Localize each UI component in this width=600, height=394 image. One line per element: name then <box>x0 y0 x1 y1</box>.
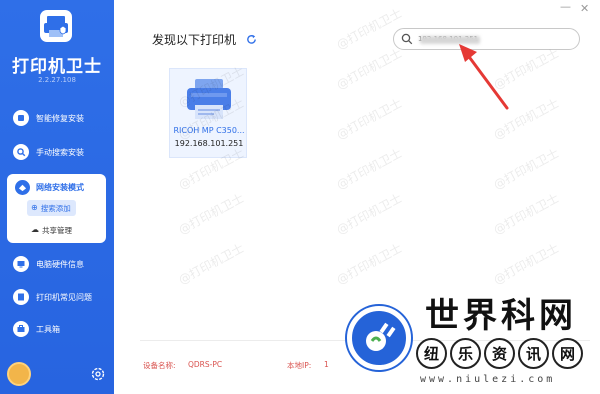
watermark: @打印机卫士 <box>176 240 247 288</box>
sidebar-item-label: 打印机常见问题 <box>36 292 92 302</box>
watermark: @打印机卫士 <box>491 190 562 238</box>
printer-ip: 192.168.101.251 <box>174 139 244 148</box>
app-version: 2.2.27.108 <box>38 76 76 84</box>
hardware-info-icon <box>13 256 29 272</box>
site-overlay-logo: 世界科网 纽 乐 资 讯 网 www.niulezi.com <box>340 298 596 392</box>
sidebar-subitem-label: 共享管理 <box>42 225 72 235</box>
sidebar-item-label: 工具箱 <box>36 324 60 334</box>
hand-search-icon <box>13 144 29 160</box>
watermark: @打印机卫士 <box>334 240 405 288</box>
sidebar-item-manual-search[interactable]: 手动搜索安装 <box>0 141 114 163</box>
watermark: @打印机卫士 <box>491 145 562 193</box>
sidebar-item-smart-repair[interactable]: 智能修复安装 <box>0 107 114 129</box>
watermark: @打印机卫士 <box>334 95 405 143</box>
avatar[interactable] <box>7 362 31 386</box>
minimize-icon[interactable]: — <box>560 0 571 13</box>
overlay-brand-big: 世界科网 <box>425 296 577 336</box>
sidebar-subitem-share-manage[interactable]: ☁ 共享管理 <box>27 222 77 238</box>
watermark: @打印机卫士 <box>491 240 562 288</box>
wrench-install-icon <box>13 110 29 126</box>
annotation-arrow-icon <box>459 44 509 110</box>
printer-icon <box>187 79 231 119</box>
local-ip-label: 本地IP: <box>287 361 312 370</box>
page-title: 发现以下打印机 <box>152 33 237 47</box>
overlay-url: www.niulezi.com <box>420 374 556 385</box>
overlay-char: 资 <box>484 338 515 369</box>
watermark: @打印机卫士 <box>334 45 405 93</box>
close-icon[interactable]: ✕ <box>580 2 589 15</box>
overlay-char: 纽 <box>416 338 447 369</box>
device-name-label: 设备名称: <box>143 361 176 370</box>
device-name-value: QDRS-PC <box>188 360 223 369</box>
watermark: @打印机卫士 <box>334 190 405 238</box>
sidebar-item-label: 网络安装模式 <box>36 182 84 192</box>
plug-logo-icon <box>347 306 411 370</box>
local-ip-value: 1 <box>324 360 329 369</box>
app-logo-icon <box>40 10 72 42</box>
gear-icon[interactable] <box>90 366 106 382</box>
overlay-char: 讯 <box>518 338 549 369</box>
sidebar-item-label: 智能修复安装 <box>36 113 84 123</box>
sidebar-subitem-label: 搜索添加 <box>40 203 71 213</box>
refresh-icon[interactable] <box>246 34 257 45</box>
printer-name: RICOH MP C350... <box>173 126 245 135</box>
sidebar-group-network: 网络安装模式 ⊕ 搜索添加 ☁ 共享管理 <box>7 174 106 243</box>
printer-card[interactable]: RICOH MP C350... 192.168.101.251 <box>169 68 247 158</box>
sidebar: 打印机卫士 2.2.27.108 智能修复安装 手动搜索安装 网络安装模式 ⊕ … <box>0 0 114 394</box>
toolbox-icon <box>13 321 29 337</box>
overlay-brand-chars: 纽 乐 资 讯 网 <box>416 338 586 369</box>
search-icon[interactable] <box>401 33 413 45</box>
sidebar-item-label: 电脑硬件信息 <box>36 259 84 269</box>
network-icon <box>15 179 30 195</box>
sidebar-item-label: 手动搜索安装 <box>36 147 84 157</box>
overlay-char: 网 <box>552 338 583 369</box>
watermark: @打印机卫士 <box>334 5 405 53</box>
search-add-icon: ⊕ <box>31 203 38 212</box>
watermark: @打印机卫士 <box>334 145 405 193</box>
sidebar-item-hardware-info[interactable]: 电脑硬件信息 <box>0 253 114 275</box>
cloud-share-icon: ☁ <box>31 225 39 234</box>
faq-icon <box>13 289 29 305</box>
sidebar-item-network-mode[interactable]: 网络安装模式 <box>7 178 84 196</box>
sidebar-item-toolbox[interactable]: 工具箱 <box>0 318 114 340</box>
watermark: @打印机卫士 <box>176 190 247 238</box>
app-title: 打印机卫士 <box>12 57 102 77</box>
sidebar-item-printer-faq[interactable]: 打印机常见问题 <box>0 286 114 308</box>
overlay-char: 乐 <box>450 338 481 369</box>
sidebar-subitem-search-add[interactable]: ⊕ 搜索添加 <box>27 200 76 216</box>
